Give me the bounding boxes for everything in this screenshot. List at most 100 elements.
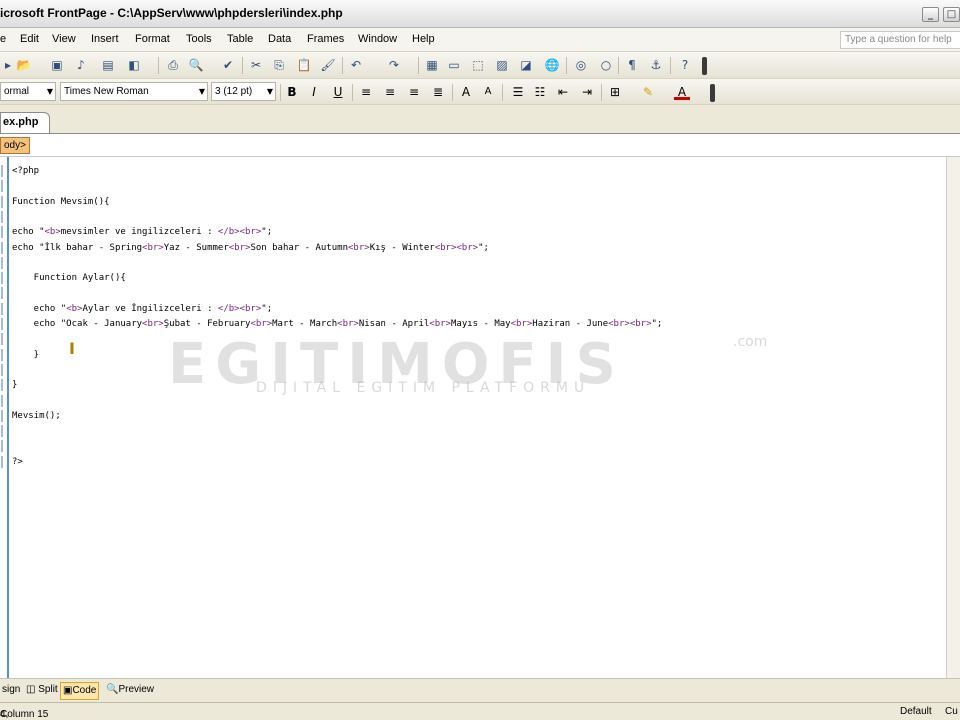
toggle-pane-icon[interactable]: ◧ [126, 57, 142, 73]
code-text: "; [478, 242, 489, 253]
bold-icon[interactable]: B [284, 84, 300, 100]
font-size-select[interactable]: 3 (12 pt) ▼ [211, 82, 276, 101]
format-painter-icon[interactable]: 🖌 [320, 57, 336, 73]
custom-indicator: Cu [945, 706, 958, 717]
menu-table[interactable]: Table [227, 33, 253, 45]
chevron-down-icon: ▼ [198, 87, 205, 96]
underline-icon[interactable]: U [330, 84, 346, 100]
code-text: Yaz - Summer [163, 242, 229, 253]
increase-font-icon[interactable]: A [458, 84, 474, 100]
hyperlink-icon[interactable]: 🌐 [544, 57, 560, 73]
new-page-icon[interactable]: ▸ [0, 57, 16, 73]
bullet-list-icon[interactable]: ☷ [532, 84, 548, 100]
stop-icon[interactable]: ○ [598, 57, 614, 73]
refresh-icon[interactable]: ◎ [573, 57, 589, 73]
gutter-marker [1, 425, 6, 438]
save-icon[interactable]: ▣ [49, 57, 65, 73]
help-search-input[interactable]: Type a question for help [840, 31, 960, 49]
increase-indent-icon[interactable]: ⇥ [579, 84, 595, 100]
standard-toolbar: ▸ 📂 ▣ ♪ ▤ ◧ ⎙ 🔍 ✔ ✂ ⎘ 📋 🖌 ↶ ↷ ▦ ▭ ⬚ ▨ ◪ … [0, 52, 960, 79]
highlight-icon[interactable]: ✎ [640, 84, 656, 100]
help-icon[interactable]: ? [677, 57, 693, 73]
menu-format[interactable]: Format [135, 33, 170, 45]
menu-data[interactable]: Data [268, 33, 291, 45]
decrease-indent-icon[interactable]: ⇤ [555, 84, 571, 100]
insert-picture-icon[interactable]: ▨ [494, 57, 510, 73]
align-center-icon[interactable]: ≡ [382, 84, 398, 100]
font-color-icon[interactable]: A [674, 84, 690, 100]
show-all-icon[interactable]: ¶ [624, 57, 640, 73]
gutter-marker [1, 409, 6, 422]
font-select[interactable]: Times New Roman ▼ [60, 82, 208, 101]
maximize-button[interactable]: □ [943, 7, 960, 22]
align-right-icon[interactable]: ≡ [406, 84, 422, 100]
code-text: Mayıs - May [450, 319, 511, 329]
open-folder-icon[interactable]: 📂 [16, 57, 32, 73]
find-icon[interactable]: ♪ [73, 57, 89, 73]
anchor-icon[interactable]: ⚓ [648, 57, 664, 73]
toolbar-options-grip[interactable] [710, 84, 715, 102]
toolbar-separator [242, 57, 243, 74]
code-content[interactable]: <?php Function Mevsim(){echo "<b>mevsimle… [12, 157, 952, 678]
menu-view[interactable]: View [52, 33, 76, 45]
chevron-down-icon: ▼ [46, 87, 53, 96]
menu-frames[interactable]: Frames [307, 33, 344, 45]
gutter-marker [1, 210, 6, 223]
code-html-tag: <br> [142, 242, 164, 253]
code-line: } [12, 379, 17, 391]
gutter-marker [1, 348, 6, 361]
insert-table-icon[interactable]: ▭ [446, 57, 462, 73]
publish-icon[interactable]: ▤ [100, 57, 116, 73]
toolbar-separator [352, 84, 353, 101]
menu-insert[interactable]: Insert [91, 33, 119, 45]
copy-icon[interactable]: ⎘ [271, 57, 287, 73]
drawing-icon[interactable]: ◪ [518, 57, 534, 73]
insert-layer-icon[interactable]: ⬚ [470, 57, 486, 73]
undo-icon[interactable]: ↶ [348, 57, 364, 73]
gutter-marker [1, 272, 6, 285]
print-preview-icon[interactable]: 🔍 [188, 57, 204, 73]
code-text: echo " [12, 227, 45, 238]
minimize-button[interactable]: _ [922, 7, 939, 22]
code-text: ?> [12, 456, 23, 467]
menu-file[interactable]: e [0, 33, 6, 45]
code-html-tag: <br> [348, 242, 370, 253]
menu-tools[interactable]: Tools [186, 33, 212, 45]
tag-body[interactable]: ody> [0, 137, 30, 154]
menu-edit[interactable]: Edit [20, 33, 39, 45]
tab-design[interactable]: sign [0, 682, 22, 700]
tab-split-label: Split [38, 684, 58, 695]
tab-preview[interactable]: 🔍Preview [104, 682, 156, 700]
italic-icon[interactable]: I [306, 84, 322, 100]
gutter-marker [1, 287, 6, 300]
tab-index-php[interactable]: ex.php [0, 112, 50, 133]
spelling-icon[interactable]: ✔ [220, 57, 236, 73]
menu-window[interactable]: Window [358, 33, 397, 45]
numbered-list-icon[interactable]: ☰ [510, 84, 526, 100]
align-left-icon[interactable]: ≡ [358, 84, 374, 100]
paste-icon[interactable]: 📋 [296, 57, 312, 73]
code-editor[interactable]: <?php Function Mevsim(){echo "<b>mevsimle… [0, 157, 960, 678]
gutter-marker [1, 256, 6, 269]
decrease-font-icon[interactable]: A [480, 84, 496, 100]
gutter-marker [1, 241, 6, 254]
code-line: Mevsim(); [12, 410, 61, 422]
redo-icon[interactable]: ↷ [386, 57, 402, 73]
cut-icon[interactable]: ✂ [248, 57, 264, 73]
code-html-tag: </b><br> [217, 303, 262, 314]
menu-help[interactable]: Help [412, 33, 435, 45]
gutter-marker [1, 226, 6, 239]
print-icon[interactable]: ⎙ [165, 57, 181, 73]
toolbar-separator [452, 84, 453, 101]
code-line: echo "<b>Aylar ve İngilizceleri : </b><b… [12, 303, 272, 315]
borders-icon[interactable]: ⊞ [607, 84, 623, 100]
tab-split[interactable]: ◫ Split [24, 682, 60, 700]
editor-gutter [0, 157, 9, 678]
vertical-scrollbar[interactable] [946, 157, 960, 678]
style-select[interactable]: ormal ▼ [0, 82, 56, 101]
tab-code[interactable]: ▣Code [60, 682, 100, 700]
toolbar-options-grip[interactable] [702, 57, 707, 75]
code-text: Function Mevsim(){ [12, 196, 110, 207]
web-component-icon[interactable]: ▦ [424, 57, 440, 73]
justify-icon[interactable]: ≣ [430, 84, 446, 100]
